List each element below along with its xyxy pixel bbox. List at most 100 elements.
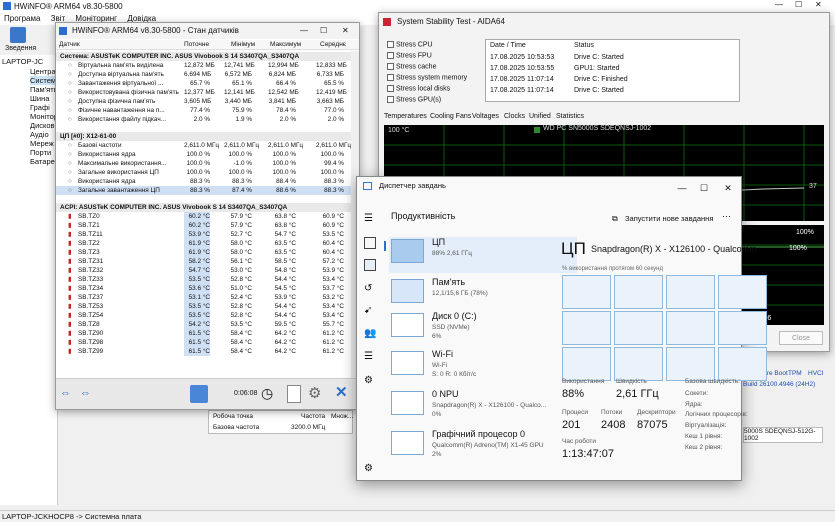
sensor-row[interactable]: ▮ SB.TZ8 54.2 °C 53.5 °C 59.5 °C 55.7 °C [56, 320, 351, 329]
minimize-button[interactable]: — [775, 0, 783, 9]
tree-item[interactable]: Мереж [30, 139, 54, 148]
users-icon[interactable]: 👥 [364, 328, 376, 340]
sensors-close-button[interactable]: ✕ [342, 23, 349, 39]
sensors-minimize-button[interactable]: — [300, 23, 308, 39]
tab-voltages[interactable]: Voltages [472, 113, 499, 120]
tree-item[interactable]: Графі [30, 103, 50, 112]
sensors-maximize-button[interactable]: ☐ [320, 23, 327, 39]
sensor-row[interactable]: ○ Загальне використання ЦП 100.0 % 100.0 % 1… [56, 168, 351, 177]
tab-clocks[interactable]: Clocks [504, 113, 525, 120]
resource-item[interactable]: 0 NPU Snapdragon(R) X - X126100 - Qualco.… [389, 389, 577, 425]
sensor-row[interactable]: ○ Загальне завантаження ЦП 88.3 % 87.4 % 88.… [56, 186, 351, 195]
resource-item[interactable]: Диск 0 (C:) SSD (NVMe) 6% [389, 311, 577, 347]
network-icon[interactable] [190, 385, 208, 403]
nav-arrows-icon[interactable]: ⇔ [60, 387, 71, 399]
app-history-icon[interactable]: ↺ [364, 283, 376, 295]
col-max[interactable]: Максимум [270, 41, 301, 48]
tm-maximize-button[interactable]: ☐ [697, 179, 711, 197]
sensor-row[interactable]: ▮ SB.TZ31 58.2 °C 56.1 °C 58.5 °C 57.2 °C [56, 257, 351, 266]
tab-unified[interactable]: Unified [529, 113, 551, 120]
more-options-button[interactable]: ⋯ [722, 211, 731, 222]
col-min[interactable]: Мінімум [231, 41, 255, 48]
tree-item[interactable]: Систем [30, 76, 57, 85]
sensor-row[interactable]: ▮ SB.TZ3 61.9 °C 58.0 °C 63.5 °C 60.4 °C [56, 248, 351, 257]
new-task-button[interactable]: Запустити нове завдання [625, 214, 713, 223]
sensor-row[interactable]: ▮ SB.TZ37 53.1 °C 52.4 °C 53.9 °C 53.2 °C [56, 293, 351, 302]
sensor-row[interactable]: ○ Фізичне навантаження на п... 77.4 % 75.9 … [56, 106, 351, 115]
check-stress-cache[interactable]: Stress cache [387, 63, 436, 70]
menu-program[interactable]: Програма [4, 13, 40, 25]
clock-icon[interactable]: ◷ [261, 385, 273, 402]
sensor-row[interactable]: ▮ SB.TZ0 60.2 °C 57.9 °C 63.8 °C 60.9 °C [56, 212, 351, 221]
resource-item[interactable]: Графічний процесор 0 Qualcomm(R) Adreno(T… [389, 429, 577, 465]
nav-arrows-2-icon[interactable]: ⇔ [80, 387, 91, 399]
tree-item[interactable]: Пам'ять [30, 85, 58, 94]
processes-icon[interactable] [364, 237, 376, 249]
sensor-row[interactable]: ▮ SB.TZ1 60.2 °C 57.9 °C 63.8 °C 60.9 °C [56, 221, 351, 230]
check-stress-fpu[interactable]: Stress FPU [387, 52, 432, 59]
thermometer-icon: ▮ [68, 231, 72, 238]
sensor-row[interactable]: ○ Використання ядра 88.3 % 88.3 % 88.4 % 88.3… [56, 177, 351, 186]
sensor-row[interactable]: ▮ SB.TZ54 53.5 °C 52.8 °C 54.4 °C 53.4 °C [56, 311, 351, 320]
maximize-button[interactable]: ☐ [795, 0, 802, 9]
sensor-section-header[interactable]: ACPI: ASUSTeK COMPUTER INC. ASUS Vivoboo… [56, 203, 351, 212]
sensor-row[interactable]: ○ Доступна фізична пам'ять 3,605 МБ 3,440 М… [56, 97, 351, 106]
close-sensors-icon[interactable]: ✕ [335, 383, 348, 401]
tab-cooling-fans[interactable]: Cooling Fans [430, 113, 471, 120]
resource-item[interactable]: Wi-Fi Wi-Fi S: 0 R: 0 Кбіт/с [389, 349, 577, 385]
sensor-row[interactable]: ○ Максимальне використання... 100.0 % -1.0 … [56, 159, 351, 168]
sensor-row[interactable]: ○ Використовувана фізична пам'ять 12,377 М… [56, 88, 351, 97]
details-icon[interactable]: ☰ [364, 351, 376, 363]
sensor-row[interactable]: ○ Завантаження віртуальної ... 65.7 % 65.1 … [56, 79, 351, 88]
sensor-row[interactable]: ▮ SB.TZ99 61.5 °C 58.4 °C 64.2 °C 61.2 °C [56, 347, 351, 356]
sensor-row[interactable]: ▮ SB.TZ11 53.9 °C 52.7 °C 54.7 °C 53.5 °C [56, 230, 351, 239]
tree-item[interactable]: Порти [30, 148, 51, 157]
tab-statistics[interactable]: Statistics [556, 113, 584, 120]
sensor-section-header[interactable]: ЦП [#0]: X12-61-00 [56, 132, 351, 141]
summary-label[interactable]: Зведення [5, 45, 36, 52]
resource-item[interactable]: Пам'ять 12,1/15,6 ГБ (78%) [389, 277, 577, 313]
sensor-section-header[interactable]: Система: ASUSTeK COMPUTER INC. ASUS Vivo… [56, 52, 351, 61]
new-task-icon[interactable]: ⧉ [612, 214, 618, 224]
close-button[interactable]: ✕ [815, 0, 822, 9]
tree-item[interactable]: Аудіо [30, 130, 49, 139]
check-stress-disks[interactable]: Stress local disks [387, 85, 450, 92]
tree-item[interactable]: Батаре [30, 157, 55, 166]
sensor-row[interactable]: ○ Використання ядра 100.0 % 100.0 % 100.0 % 1… [56, 150, 351, 159]
tab-temperatures[interactable]: Temperatures [384, 113, 427, 120]
services-icon[interactable]: ⚙ [364, 375, 376, 387]
tree-item[interactable]: Шина [30, 94, 49, 103]
tree-item[interactable]: Монітор [30, 112, 58, 121]
startup-apps-icon[interactable]: ➹ [364, 305, 376, 317]
resource-item[interactable]: ЦП 88% 2,61 ГГц [389, 237, 577, 273]
sensor-row[interactable]: ○ Використання файлу підкач... 2.0 % 1.9 % 2… [56, 115, 351, 124]
summary-icon[interactable] [10, 27, 26, 43]
sensor-row[interactable]: ▮ SB.TZ33 53.5 °C 52.8 °C 54.4 °C 53.4 °C [56, 275, 351, 284]
col-sensor[interactable]: Датчик [59, 41, 80, 48]
tree-item[interactable]: Центра [30, 67, 56, 76]
report-icon[interactable] [287, 385, 301, 403]
sensor-row[interactable]: ○ Віртуальна пам'ять виділена 12,872 МБ 12,… [56, 61, 351, 70]
tree-item[interactable]: Дисков [30, 121, 55, 130]
check-stress-memory[interactable]: Stress system memory [387, 74, 467, 81]
settings-gear-icon[interactable]: ⚙ [308, 384, 321, 402]
sensor-row[interactable]: ▮ SB.TZ98 61.5 °C 58.4 °C 64.2 °C 61.2 °C [56, 338, 351, 347]
settings-icon[interactable]: ⚙ [364, 463, 376, 475]
hamburger-menu-icon[interactable]: ☰ [364, 213, 376, 225]
sensor-row[interactable]: ○ Доступна віртуальна пам'ять 6,694 МБ 6,57… [56, 70, 351, 79]
col-avg[interactable]: Середнє [320, 41, 346, 48]
sensor-row[interactable]: ▮ SB.TZ2 61.9 °C 58.0 °C 63.5 °C 60.4 °C [56, 239, 351, 248]
sensor-row[interactable]: ▮ SB.TZ53 53.5 °C 52.8 °C 54.4 °C 53.4 °C [56, 302, 351, 311]
tree-root[interactable]: LAPTOP-JC [2, 57, 43, 66]
check-stress-gpu[interactable]: Stress GPU(s) [387, 96, 441, 103]
tm-close-button[interactable]: ✕ [721, 179, 735, 197]
close-stress-button[interactable]: Close [779, 331, 823, 345]
sensor-row[interactable]: ▮ SB.TZ32 54.7 °C 53.0 °C 54.8 °C 53.9 °C [56, 266, 351, 275]
tm-minimize-button[interactable]: — [675, 179, 689, 197]
performance-icon[interactable] [364, 259, 376, 271]
sensor-row[interactable]: ▮ SB.TZ34 53.6 °C 51.0 °C 54.5 °C 53.7 °C [56, 284, 351, 293]
sensor-row[interactable]: ○ Базові частоти 2,611.0 МГц 2,611.0 МГц 2,6… [56, 141, 351, 150]
col-current[interactable]: Поточне [184, 41, 209, 48]
sensor-row[interactable]: ▮ SB.TZ90 61.5 °C 58.4 °C 64.2 °C 61.2 °C [56, 329, 351, 338]
check-stress-cpu[interactable]: Stress CPU [387, 41, 433, 48]
